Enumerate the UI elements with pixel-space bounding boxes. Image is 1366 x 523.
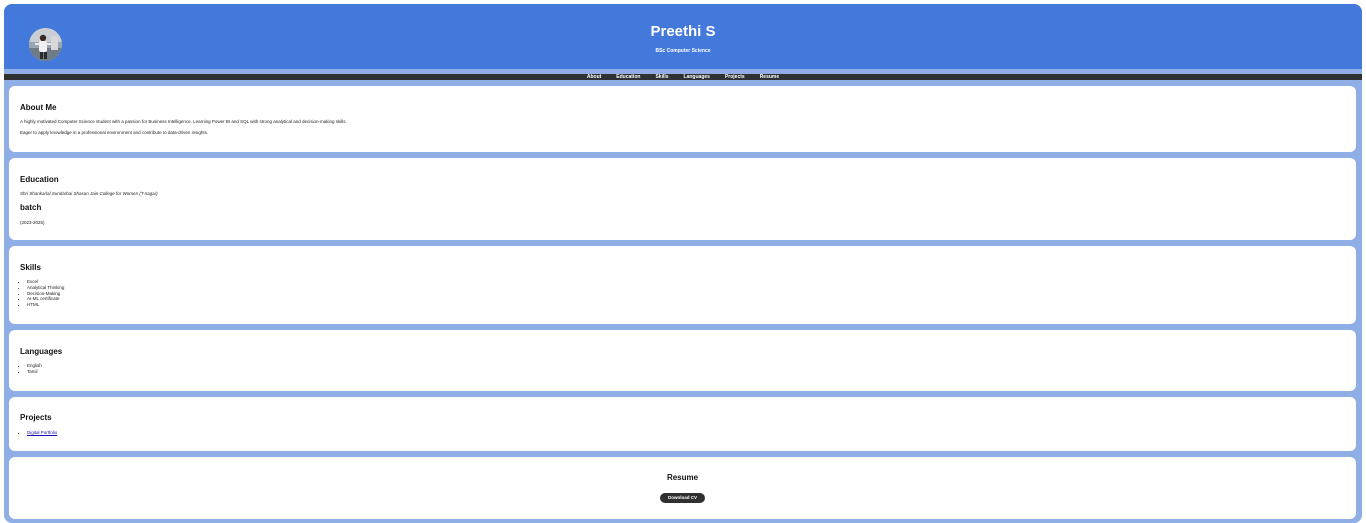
about-text-line-1: A highly motivated Computer Science stud…: [20, 119, 347, 124]
languages-title: Languages: [20, 347, 63, 356]
project-link-digital-portfolio[interactable]: Digital Portfolio: [27, 430, 57, 435]
resume-title: Resume: [666, 473, 699, 482]
languages-section: Languages English Tamil: [9, 330, 1356, 391]
education-title: Education: [20, 175, 59, 184]
nav-link-projects[interactable]: Projects: [725, 74, 745, 80]
nav-link-languages[interactable]: Languages: [684, 74, 710, 80]
nav-bar: About Education Skills Languages Project…: [4, 74, 1362, 80]
skills-list: Excel Analytical Thinking Decision-Makin…: [20, 279, 64, 308]
batch-heading: batch: [20, 203, 42, 212]
projects-title: Projects: [20, 413, 52, 422]
page-title: Preethi S: [650, 23, 716, 40]
nav-link-education[interactable]: Education: [616, 74, 640, 80]
college-name: Shri Shankarlal Sundarbai Shasun Jain Co…: [20, 191, 158, 196]
batch-years: (2023-2026): [20, 220, 45, 225]
projects-section: Projects Digital Portfolio: [9, 397, 1356, 451]
project-item: Digital Portfolio: [27, 430, 57, 436]
skill-item: Analytical Thinking: [27, 285, 64, 291]
download-cv-button[interactable]: Download CV: [660, 493, 705, 503]
about-text-line-2: Eager to apply knowledge in a profession…: [20, 130, 209, 135]
nav-link-skills[interactable]: Skills: [655, 74, 668, 80]
languages-list: English Tamil: [20, 363, 42, 375]
skills-title: Skills: [20, 263, 41, 272]
projects-list: Digital Portfolio: [20, 430, 57, 436]
skill-item: HTML: [27, 302, 64, 308]
language-item: Tamil: [27, 369, 42, 375]
nav-link-resume[interactable]: Resume: [760, 74, 779, 80]
about-title: About Me: [20, 103, 57, 112]
language-item: English: [27, 363, 42, 369]
page-frame: Preethi S BSc Computer Science About Edu…: [4, 4, 1362, 523]
resume-section: Resume Download CV: [9, 457, 1356, 519]
about-section: About Me A highly motivated Computer Sci…: [9, 86, 1356, 152]
nav-link-about[interactable]: About: [587, 74, 601, 80]
header: Preethi S BSc Computer Science: [4, 4, 1362, 69]
education-section: Education Shri Shankarlal Sundarbai Shas…: [9, 158, 1356, 240]
skills-section: Skills Excel Analytical Thinking Decisio…: [9, 246, 1356, 324]
page-subtitle: BSc Computer Science: [655, 48, 711, 54]
